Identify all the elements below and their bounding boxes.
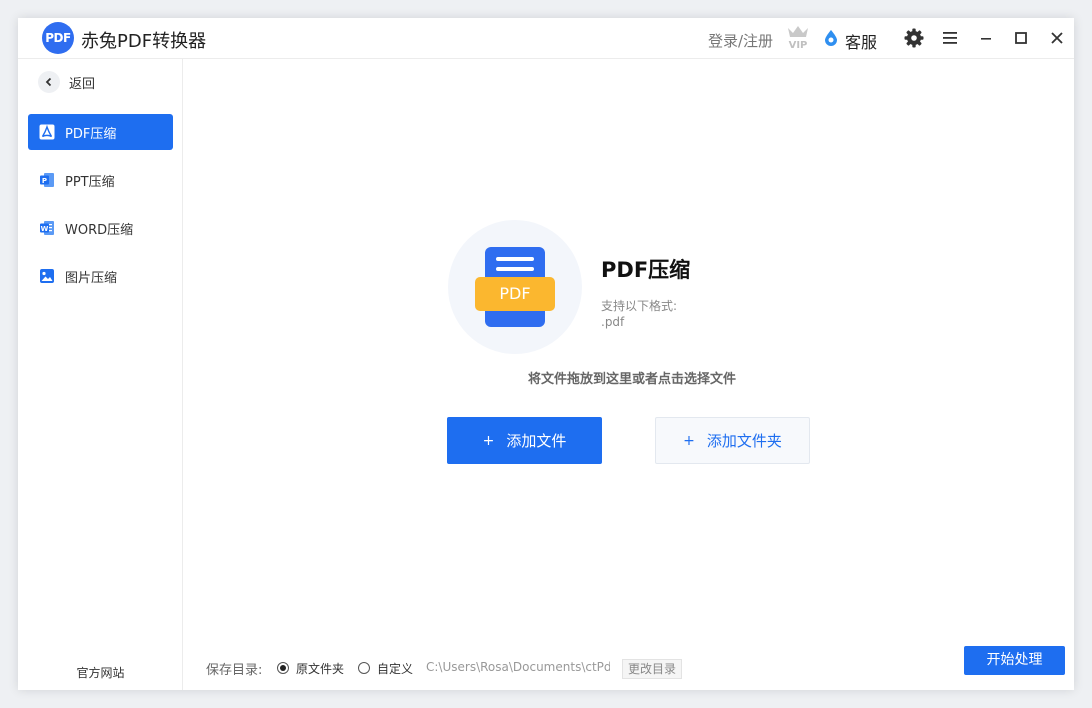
add-file-button[interactable]: + 添加文件 (447, 417, 602, 464)
customer-service-label[interactable]: 客服 (845, 29, 877, 53)
settings-gear-icon[interactable] (903, 27, 925, 49)
ppt-icon: P (40, 173, 54, 187)
maximize-icon[interactable] (1010, 27, 1032, 49)
app-window: PDF 赤兔PDF转换器 登录/注册 VIP 客服 返回 PDF压缩 P PPT… (18, 18, 1074, 690)
sidebar-item-label: PDF压缩 (65, 126, 117, 142)
sidebar: 返回 PDF压缩 P PPT压缩 W WORD压缩 图片压缩 官方网站 (18, 59, 183, 690)
radio-original-folder-label[interactable]: 原文件夹 (296, 660, 344, 677)
sidebar-item-pdf-compress[interactable]: PDF压缩 (28, 114, 173, 150)
change-directory-button[interactable]: 更改目录 (622, 659, 682, 679)
chevron-left-icon (38, 71, 60, 93)
radio-custom-folder[interactable] (358, 662, 370, 674)
page-title: PDF压缩 (601, 258, 691, 282)
close-icon[interactable] (1046, 27, 1068, 49)
customer-service-icon[interactable] (824, 30, 838, 46)
svg-text:P: P (42, 177, 47, 185)
app-title: 赤兔PDF转换器 (81, 31, 207, 52)
add-file-label: 添加文件 (506, 432, 567, 450)
title-bar: PDF 赤兔PDF转换器 登录/注册 VIP 客服 (18, 18, 1074, 59)
add-folder-label: 添加文件夹 (706, 432, 782, 450)
back-label: 返回 (69, 76, 96, 92)
sidebar-item-label: PPT压缩 (65, 174, 115, 190)
image-icon (40, 269, 54, 283)
svg-text:W: W (41, 225, 49, 233)
minimize-icon[interactable] (975, 27, 997, 49)
app-logo: PDF (42, 22, 74, 54)
radio-original-folder[interactable] (277, 662, 289, 674)
vip-label: VIP (789, 40, 808, 50)
sidebar-item-ppt-compress[interactable]: P PPT压缩 (28, 162, 173, 198)
document-line (496, 267, 534, 271)
sidebar-item-word-compress[interactable]: W WORD压缩 (28, 210, 173, 246)
official-website-link[interactable]: 官方网站 (18, 664, 183, 681)
vip-crown-icon[interactable]: VIP (785, 24, 811, 50)
sidebar-item-image-compress[interactable]: 图片压缩 (28, 258, 173, 294)
drop-zone-hint[interactable]: 将文件拖放到这里或者点击选择文件 (447, 368, 817, 387)
menu-icon[interactable] (939, 27, 961, 49)
plus-icon: + (683, 432, 695, 449)
supported-formats-label: 支持以下格式: (601, 299, 678, 313)
supported-format-ext: .pdf (601, 315, 625, 329)
pdf-badge: PDF (475, 277, 555, 311)
plus-icon: + (482, 432, 495, 449)
sidebar-item-label: WORD压缩 (65, 222, 134, 238)
output-path-field[interactable]: C:\Users\Rosa\Documents\ctPd (426, 660, 610, 674)
radio-custom-folder-label[interactable]: 自定义 (377, 660, 413, 677)
save-directory-label: 保存目录: (206, 663, 263, 678)
add-folder-button[interactable]: + 添加文件夹 (655, 417, 810, 464)
login-register-link[interactable]: 登录/注册 (708, 30, 773, 51)
sidebar-item-label: 图片压缩 (65, 270, 118, 286)
pdf-icon (39, 124, 55, 140)
back-button[interactable]: 返回 (38, 71, 95, 93)
start-processing-button[interactable]: 开始处理 (964, 646, 1065, 675)
document-line (496, 257, 534, 261)
word-icon: W (40, 221, 54, 235)
